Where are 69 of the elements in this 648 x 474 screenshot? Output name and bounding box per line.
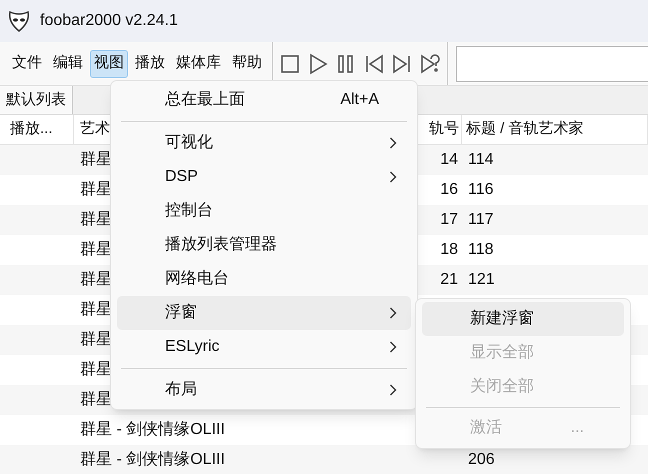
chevron-right-icon bbox=[389, 384, 397, 396]
chevron-right-icon bbox=[389, 137, 397, 149]
track-number-cell-text: 18 bbox=[440, 240, 458, 260]
menu-item-label: 总在最上面 bbox=[165, 90, 246, 110]
play-icon[interactable] bbox=[307, 52, 329, 74]
chevron-right-icon bbox=[389, 171, 397, 183]
menu-item[interactable]: 布局 bbox=[117, 373, 411, 407]
artist-cell-text: 群星 bbox=[80, 390, 112, 410]
skip-forward-icon[interactable] bbox=[391, 52, 413, 74]
shortcut-label: Alt+A bbox=[340, 90, 379, 110]
menu-item[interactable]: DSP bbox=[117, 160, 411, 194]
title-cell-text: 206 bbox=[468, 450, 495, 470]
shortcut-label: ... bbox=[570, 418, 584, 438]
artist-cell-text: 群星 - 剑侠情缘OLIII bbox=[80, 450, 225, 470]
menu-item-label: 关闭全部 bbox=[470, 376, 535, 397]
menu-item-label: 激活 bbox=[470, 418, 503, 438]
title-cell-text: 116 bbox=[468, 180, 494, 200]
title-cell-text: 118 bbox=[468, 240, 494, 260]
menu-bar-item[interactable]: 视图 bbox=[90, 50, 128, 78]
stop-icon[interactable] bbox=[279, 52, 301, 74]
menu-item-label: 播放列表管理器 bbox=[165, 234, 278, 255]
artist-cell-text: 群星 bbox=[80, 150, 112, 170]
menu-item-label: 控制台 bbox=[165, 200, 214, 221]
menu-bar-item[interactable]: 编辑 bbox=[49, 50, 87, 78]
menu-bar-item[interactable]: 媒体库 bbox=[172, 50, 225, 78]
menu-bar-item[interactable]: 帮助 bbox=[228, 50, 266, 78]
menu-item-label: 显示全部 bbox=[470, 342, 535, 363]
menu-item[interactable]: 浮窗 bbox=[117, 296, 411, 330]
artist-cell-text: 群星 bbox=[80, 330, 112, 350]
menu-item[interactable]: 控制台 bbox=[117, 194, 411, 228]
menu-bar-item[interactable]: 播放 bbox=[131, 50, 169, 78]
column-header[interactable]: 播放... bbox=[0, 115, 74, 144]
menu-item[interactable]: ESLyric bbox=[117, 330, 411, 364]
artist-cell-text: 群星 bbox=[80, 360, 112, 380]
menu-item[interactable]: 网络电台 bbox=[117, 262, 411, 296]
skip-back-icon[interactable] bbox=[363, 52, 385, 74]
menu-item-label: DSP bbox=[165, 167, 199, 187]
chevron-right-icon bbox=[389, 341, 397, 353]
menu-item-label: 布局 bbox=[165, 380, 198, 400]
playlist-tab[interactable]: 默认列表 bbox=[0, 86, 73, 114]
search-field[interactable] bbox=[456, 46, 648, 82]
submenu-item[interactable]: 新建浮窗 bbox=[422, 302, 624, 336]
menu-item-label: ESLyric bbox=[165, 337, 221, 357]
artist-cell-text: 群星 bbox=[80, 300, 112, 320]
title-cell-text: 114 bbox=[468, 150, 494, 170]
artist-cell-text: 群星 bbox=[80, 270, 112, 290]
chevron-right-icon bbox=[389, 307, 397, 319]
play-question-icon[interactable] bbox=[419, 52, 441, 74]
artist-cell-text: 群星 - 剑侠情缘OLIII bbox=[80, 420, 225, 440]
menu-item[interactable]: 可视化 bbox=[117, 126, 411, 160]
menu-bar-item[interactable]: 文件 bbox=[8, 50, 46, 78]
column-header[interactable]: 标题 / 音轨艺术家 bbox=[462, 115, 648, 144]
artist-cell-text: 群星 bbox=[80, 180, 112, 200]
menu-item-label: 新建浮窗 bbox=[470, 308, 535, 329]
menu-item[interactable]: 播放列表管理器 bbox=[117, 228, 411, 262]
track-number-cell-text: 16 bbox=[440, 180, 458, 200]
menu-item-label: 浮窗 bbox=[165, 302, 198, 323]
track-number-cell-text: 17 bbox=[440, 210, 458, 230]
artist-cell-text: 群星 bbox=[80, 210, 112, 230]
title-cell-text: 117 bbox=[468, 210, 494, 230]
artist-cell-text: 群星 bbox=[80, 240, 112, 260]
track-number-cell-text: 21 bbox=[440, 270, 458, 290]
alien-logo-icon bbox=[8, 10, 30, 32]
track-number-cell-text: 14 bbox=[440, 150, 458, 170]
menu-item[interactable]: 总在最上面 Alt+A bbox=[117, 83, 411, 117]
menu-item-label: 网络电台 bbox=[165, 268, 230, 289]
title-cell-text: 121 bbox=[468, 270, 495, 290]
menu-item-label: 可视化 bbox=[165, 132, 214, 153]
window-title: foobar2000 v2.24.1 bbox=[40, 11, 178, 31]
